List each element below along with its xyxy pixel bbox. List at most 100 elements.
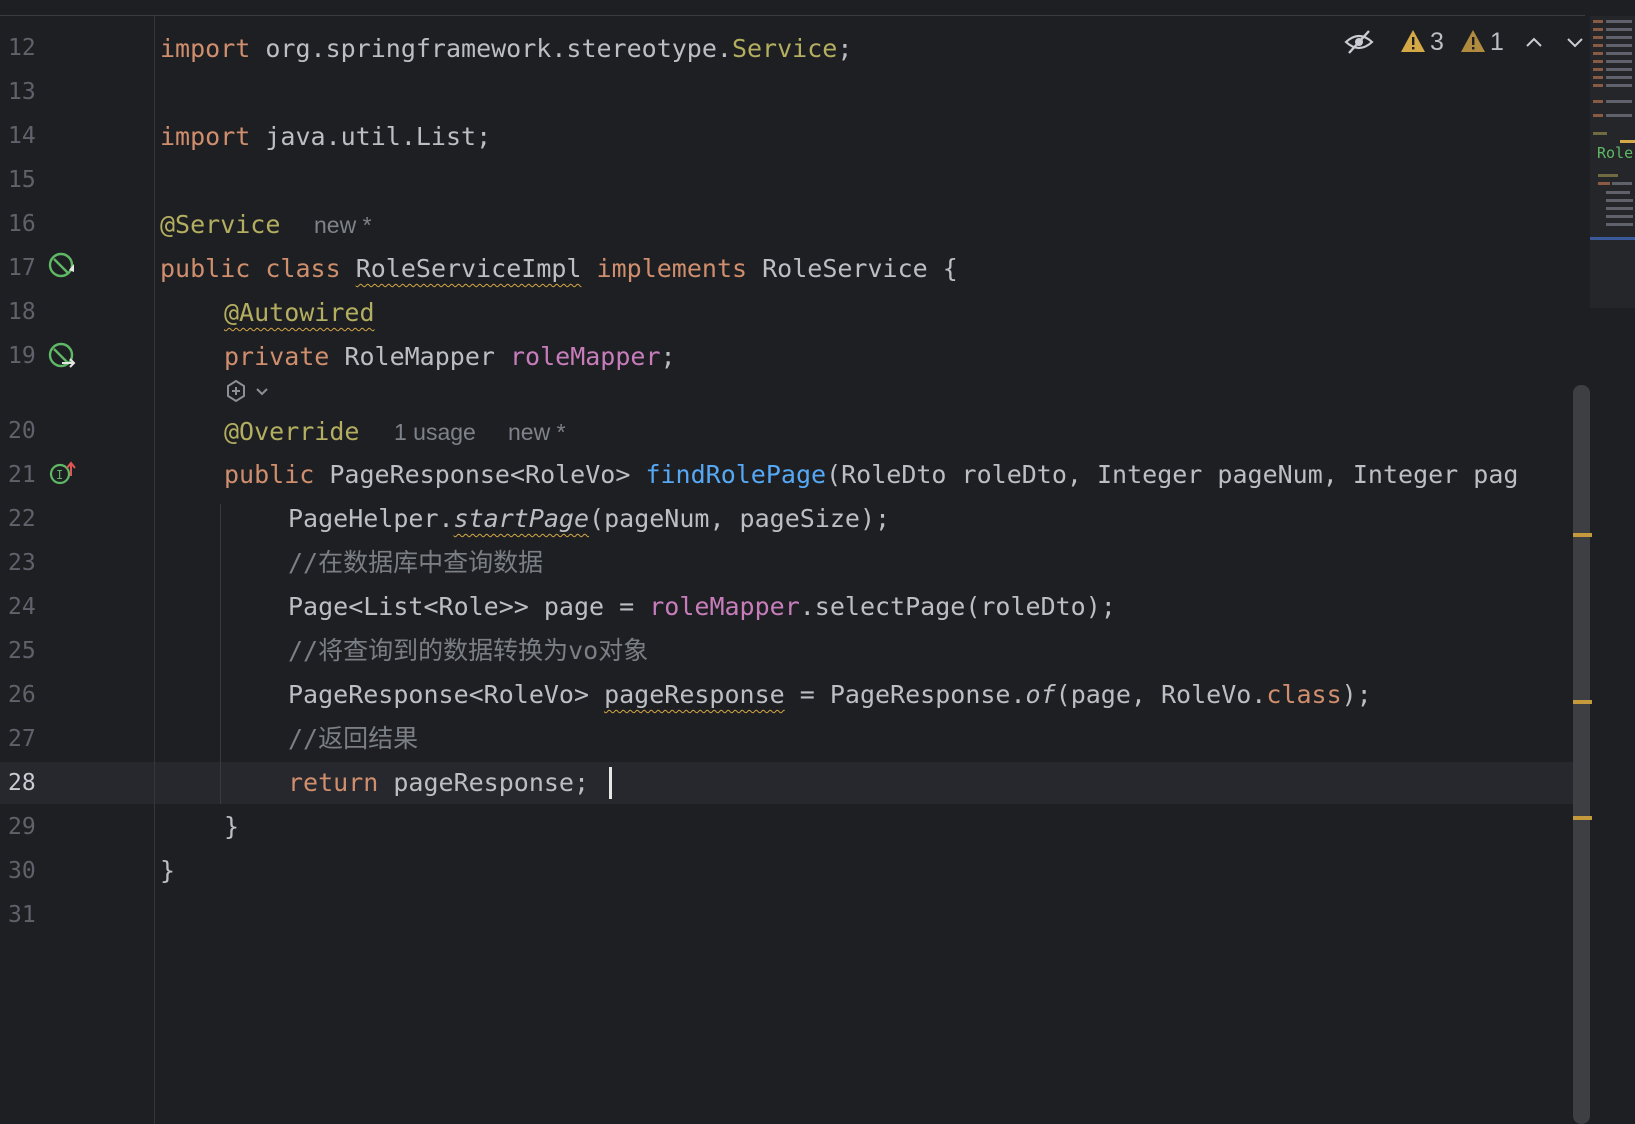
- static-method-name: of: [1025, 680, 1056, 709]
- minimap-line: [1598, 174, 1618, 177]
- minimap-line: [1606, 199, 1633, 202]
- code-text: (RoleDto roleDto, Integer pageNum, Integ…: [826, 460, 1519, 489]
- line-number[interactable]: 20: [8, 418, 48, 444]
- line-number[interactable]: 29: [8, 814, 48, 840]
- code-line-26[interactable]: PageResponse<RoleVo> pageResponse = Page…: [288, 679, 1372, 711]
- author-hint[interactable]: new *: [508, 419, 566, 446]
- minimap-line: [1593, 100, 1603, 103]
- code-text: RoleService {: [747, 254, 958, 283]
- minimap[interactable]: Role: [1590, 16, 1635, 308]
- code-line-18[interactable]: @Autowired: [224, 297, 375, 329]
- variable-name: pageResponse: [604, 680, 785, 709]
- minimap-line: [1593, 44, 1603, 47]
- code-line-21[interactable]: public PageResponse<RoleVo> findRolePage…: [224, 459, 1590, 491]
- code-line-16[interactable]: @Service: [160, 209, 280, 241]
- line-number[interactable]: 24: [8, 594, 48, 620]
- warning-marker[interactable]: [1573, 700, 1592, 704]
- minimap-line: [1606, 223, 1633, 226]
- code-line-19[interactable]: private RoleMapper roleMapper;: [224, 341, 676, 373]
- line-number[interactable]: 30: [8, 858, 48, 884]
- code-line-20[interactable]: @Override: [224, 416, 359, 448]
- keyword: public: [160, 254, 251, 283]
- keyword: public: [224, 460, 315, 489]
- warning-marker[interactable]: [1573, 816, 1592, 820]
- warnings-count[interactable]: 3: [1430, 28, 1444, 57]
- gutter-separator: [154, 16, 155, 1124]
- static-method-name: startPage: [453, 504, 590, 533]
- warning-icon[interactable]: [1400, 28, 1426, 58]
- minimap-line: [1606, 60, 1632, 63]
- minimap-line: [1606, 52, 1632, 55]
- code-text: (page, RoleVo.: [1055, 680, 1267, 709]
- code-text: .selectPage(roleDto);: [799, 592, 1116, 621]
- minimap-line: [1606, 114, 1632, 117]
- line-number[interactable]: 27: [8, 726, 48, 752]
- code-line-27[interactable]: //返回结果: [288, 723, 418, 755]
- code-line-24[interactable]: Page<List<Role>> page = roleMapper.selec…: [288, 591, 1116, 623]
- current-line-highlight: [0, 762, 1590, 804]
- annotation-text: @Autowired: [224, 298, 375, 327]
- code-text: );: [1341, 680, 1372, 709]
- line-number[interactable]: 22: [8, 506, 48, 532]
- line-number[interactable]: 31: [8, 902, 48, 928]
- line-number[interactable]: 14: [8, 123, 48, 149]
- code-text: PageResponse<RoleVo>: [314, 460, 646, 489]
- line-number[interactable]: 15: [8, 167, 48, 193]
- minimap-line: [1606, 20, 1632, 23]
- minimap-line: [1593, 28, 1603, 31]
- implemented-gutter-icon[interactable]: [48, 251, 78, 285]
- minimap-line: [1606, 28, 1632, 31]
- code-text: Page<List<Role>> page =: [288, 592, 650, 621]
- injected-gutter-icon[interactable]: [48, 341, 78, 375]
- minimap-line: [1606, 215, 1633, 218]
- line-number[interactable]: 12: [8, 35, 48, 61]
- line-number[interactable]: 17: [8, 255, 48, 281]
- code-line-29[interactable]: }: [224, 811, 239, 843]
- class-name: RoleServiceImpl: [355, 254, 582, 283]
- code-line-17[interactable]: public class RoleServiceImpl implements …: [160, 253, 958, 285]
- code-line-30[interactable]: }: [160, 855, 175, 887]
- minimap-line: [1606, 68, 1632, 71]
- line-number[interactable]: 23: [8, 550, 48, 576]
- minimap-line: [1593, 36, 1603, 39]
- code-line-22[interactable]: PageHelper.startPage(pageNum, pageSize);: [288, 503, 890, 535]
- minimap-line: [1612, 182, 1632, 185]
- author-hint[interactable]: new *: [314, 212, 372, 239]
- weak-warnings-count[interactable]: 1: [1490, 28, 1504, 57]
- code-text: (pageNum, pageSize);: [589, 504, 891, 533]
- usage-hint[interactable]: 1 usage: [394, 419, 476, 446]
- weak-warning-icon[interactable]: [1460, 28, 1486, 58]
- implements-method-gutter-icon[interactable]: I: [49, 460, 79, 494]
- keyword: private: [224, 342, 330, 371]
- vertical-scrollbar[interactable]: [1573, 385, 1590, 1124]
- line-number[interactable]: 25: [8, 638, 48, 664]
- warning-marker[interactable]: [1573, 533, 1592, 537]
- line-number[interactable]: 13: [8, 79, 48, 105]
- line-number[interactable]: 18: [8, 299, 48, 325]
- minimap-line: [1593, 132, 1607, 135]
- keyword: return: [288, 768, 379, 797]
- minimap-line: [1593, 76, 1603, 79]
- current-line-number[interactable]: 28: [8, 770, 48, 796]
- minimap-line: [1620, 140, 1635, 143]
- code-line-23[interactable]: //在数据库中查询数据: [288, 547, 543, 579]
- line-number[interactable]: 26: [8, 682, 48, 708]
- code-line-28[interactable]: return pageResponse;: [288, 767, 589, 799]
- code-line-14[interactable]: import java.util.List;: [160, 121, 491, 153]
- ai-assistant-icon[interactable]: [224, 378, 274, 412]
- chevron-down-icon[interactable]: [1564, 32, 1586, 56]
- hide-inspections-icon[interactable]: [1344, 28, 1374, 60]
- code-line-12[interactable]: import org.springframework.stereotype.Se…: [160, 33, 852, 65]
- line-number[interactable]: 19: [8, 343, 48, 369]
- line-number[interactable]: 21: [8, 462, 48, 488]
- text-caret: [609, 767, 612, 799]
- chevron-up-icon[interactable]: [1523, 32, 1545, 56]
- code-text: PageResponse<RoleVo>: [288, 680, 605, 709]
- comment-text: //在数据库中查询数据: [288, 548, 544, 577]
- minimap-line: [1598, 182, 1610, 185]
- code-line-25[interactable]: //将查询到的数据转换为vo对象: [288, 635, 648, 667]
- field-name: roleMapper: [509, 342, 661, 371]
- code-text: = PageResponse.: [784, 680, 1026, 709]
- line-number[interactable]: 16: [8, 211, 48, 237]
- annotation-text: @Service: [160, 210, 281, 239]
